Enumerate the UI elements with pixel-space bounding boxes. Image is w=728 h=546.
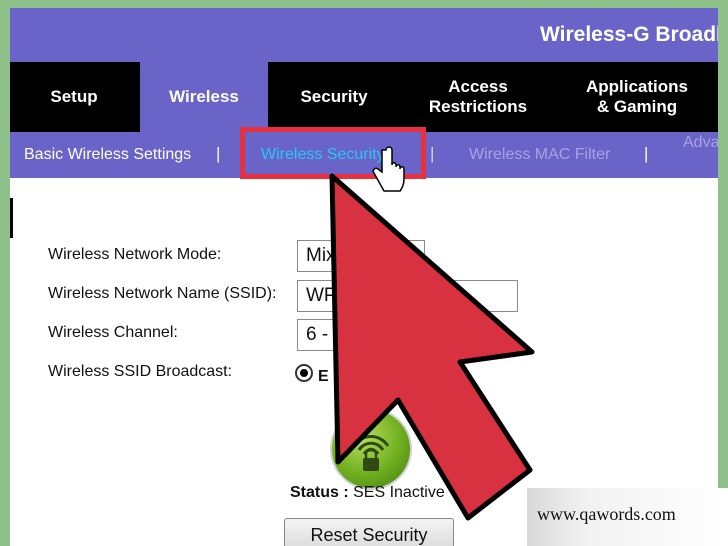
watermark: www.qawords.com bbox=[527, 488, 728, 546]
watermark-text: www.qawords.com bbox=[537, 504, 676, 524]
hand-cursor-icon bbox=[372, 146, 405, 192]
